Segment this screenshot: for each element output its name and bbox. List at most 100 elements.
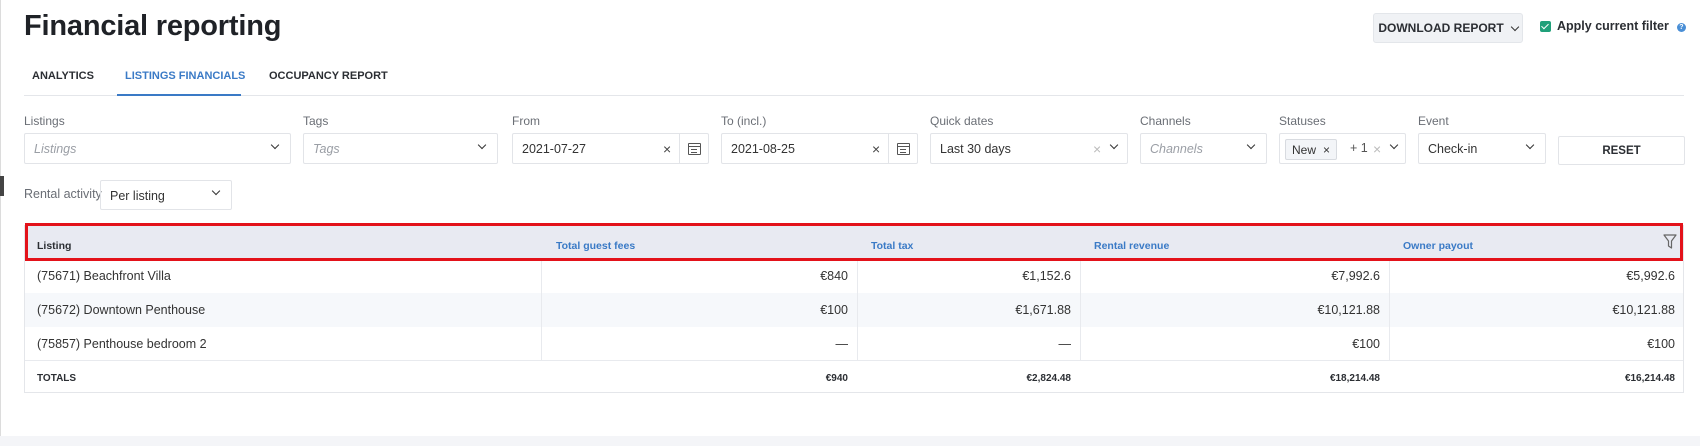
total-guest-fees: €940 [825,373,848,384]
event-select[interactable]: Check-in [1418,133,1546,164]
tab-occupancy-report[interactable]: OCCUPANCY REPORT [269,70,388,82]
column-divider [1080,259,1081,293]
column-header-owner-payout[interactable]: Owner payout [1403,240,1473,252]
from-calendar-button[interactable] [679,134,708,163]
column-divider [857,327,858,361]
totals-label: TOTALS [37,373,77,384]
download-report-label: DOWNLOAD REPORT [1378,21,1504,35]
column-header-listing[interactable]: Listing [37,240,71,252]
calendar-icon [896,142,910,155]
tab-bar: ANALYTICS LISTINGS FINANCIALS OCCUPANCY … [24,60,1684,96]
to-date-input[interactable]: 2021-08-25 × [721,133,918,164]
close-icon[interactable]: × [1093,141,1101,157]
owner-payout: €5,992.6 [1626,269,1675,283]
column-divider [1389,293,1390,327]
channels-select[interactable]: Channels [1140,133,1267,164]
owner-payout: €10,121.88 [1612,303,1675,317]
statuses-select[interactable]: New × + 1 × [1279,133,1406,164]
page: Financial reporting DOWNLOAD REPORT Appl… [0,0,1700,446]
rental-activity-label: Rental activity [24,187,102,201]
tab-analytics[interactable]: ANALYTICS [32,70,94,82]
to-calendar-button[interactable] [888,134,917,163]
table-row[interactable]: (75671) Beachfront Villa €840 €1,152.6 €… [25,259,1683,293]
column-divider [1389,327,1390,361]
column-divider [1389,259,1390,293]
chevron-down-icon [1525,140,1535,150]
chevron-down-icon [477,140,487,150]
tags-placeholder: Tags [313,142,340,156]
rental-revenue: €100 [1352,337,1380,351]
listing-name: (75857) Penthouse bedroom 2 [37,337,207,351]
close-icon[interactable]: × [872,141,880,157]
total-tax: — [1058,337,1072,351]
table-row[interactable]: (75672) Downtown Penthouse €100 €1,671.8… [25,293,1683,327]
table-header: Listing Total guest fees Total tax Renta… [25,226,1683,259]
rental-activity-value: Per listing [110,189,165,203]
total-guest-fees: €100 [820,303,848,317]
help-icon[interactable]: ? [1676,23,1686,32]
column-header-total-tax[interactable]: Total tax [871,240,913,252]
event-label: Event [1418,114,1449,128]
download-report-button[interactable]: DOWNLOAD REPORT [1373,13,1523,43]
total-tax: €1,671.88 [1015,303,1071,317]
chevron-down-icon [270,140,280,150]
scroll-indicator[interactable] [0,176,4,196]
filter-icon[interactable] [1663,234,1677,250]
calendar-icon [687,142,701,155]
apply-filter-label: Apply current filter [1557,19,1669,33]
active-tab-underline [117,94,241,96]
rental-activity-select[interactable]: Per listing [100,180,232,210]
totals-row: TOTALS €940 €2,824.48 €18,214.48 €16,214… [25,360,1683,394]
column-divider [857,259,858,293]
event-value: Check-in [1428,142,1478,156]
from-label: From [512,114,540,128]
tags-select[interactable]: Tags [303,133,498,164]
chevron-down-icon [1510,22,1519,31]
quick-dates-select[interactable]: Last 30 days × [930,133,1128,164]
listings-select[interactable]: Listings [24,133,291,164]
close-icon[interactable]: × [1373,141,1381,157]
close-icon[interactable]: × [663,141,671,157]
column-divider [541,327,542,361]
table-row[interactable]: (75857) Penthouse bedroom 2 — — €100 €10… [25,327,1683,361]
owner-payout: €100 [1647,337,1675,351]
checkbox-icon[interactable] [1540,20,1551,32]
total-guest-fees: €840 [820,269,848,283]
status-chip-label: New [1292,142,1317,157]
quick-dates-value: Last 30 days [940,142,1011,156]
column-divider [541,259,542,293]
close-icon[interactable]: × [1323,143,1330,157]
left-border [0,0,1,446]
listings-placeholder: Listings [34,142,77,156]
page-title: Financial reporting [24,10,282,42]
to-date-value: 2021-08-25 [731,142,795,156]
chevron-down-icon [1246,140,1256,150]
rental-revenue: €18,214.48 [1329,373,1380,384]
listing-name: (75672) Downtown Penthouse [37,303,206,317]
chevron-down-icon [1389,140,1399,150]
tab-listings-financials[interactable]: LISTINGS FINANCIALS [125,70,245,82]
quick-dates-label: Quick dates [930,114,994,128]
from-date-value: 2021-07-27 [522,142,586,156]
total-tax: €2,824.48 [1026,373,1072,384]
listing-name: (75671) Beachfront Villa [37,269,171,283]
rental-revenue: €7,992.6 [1331,269,1380,283]
statuses-label: Statuses [1279,114,1326,128]
column-divider [1080,293,1081,327]
column-divider [857,293,858,327]
apply-filter-toggle[interactable]: Apply current filter ? [1540,19,1686,33]
column-divider [1080,327,1081,361]
owner-payout: €16,214.48 [1624,373,1675,384]
rental-revenue: €10,121.88 [1317,303,1380,317]
footer-band [0,436,1700,446]
channels-label: Channels [1140,114,1191,128]
to-label: To (incl.) [721,114,767,128]
column-header-rental-revenue[interactable]: Rental revenue [1094,240,1169,252]
from-date-input[interactable]: 2021-07-27 × [512,133,709,164]
chevron-down-icon [1109,140,1119,150]
reset-button[interactable]: RESET [1558,136,1685,165]
status-more-count: + 1 [1350,141,1368,155]
listings-label: Listings [24,114,65,128]
total-guest-fees: — [835,337,849,351]
column-header-total-guest-fees[interactable]: Total guest fees [556,240,635,252]
